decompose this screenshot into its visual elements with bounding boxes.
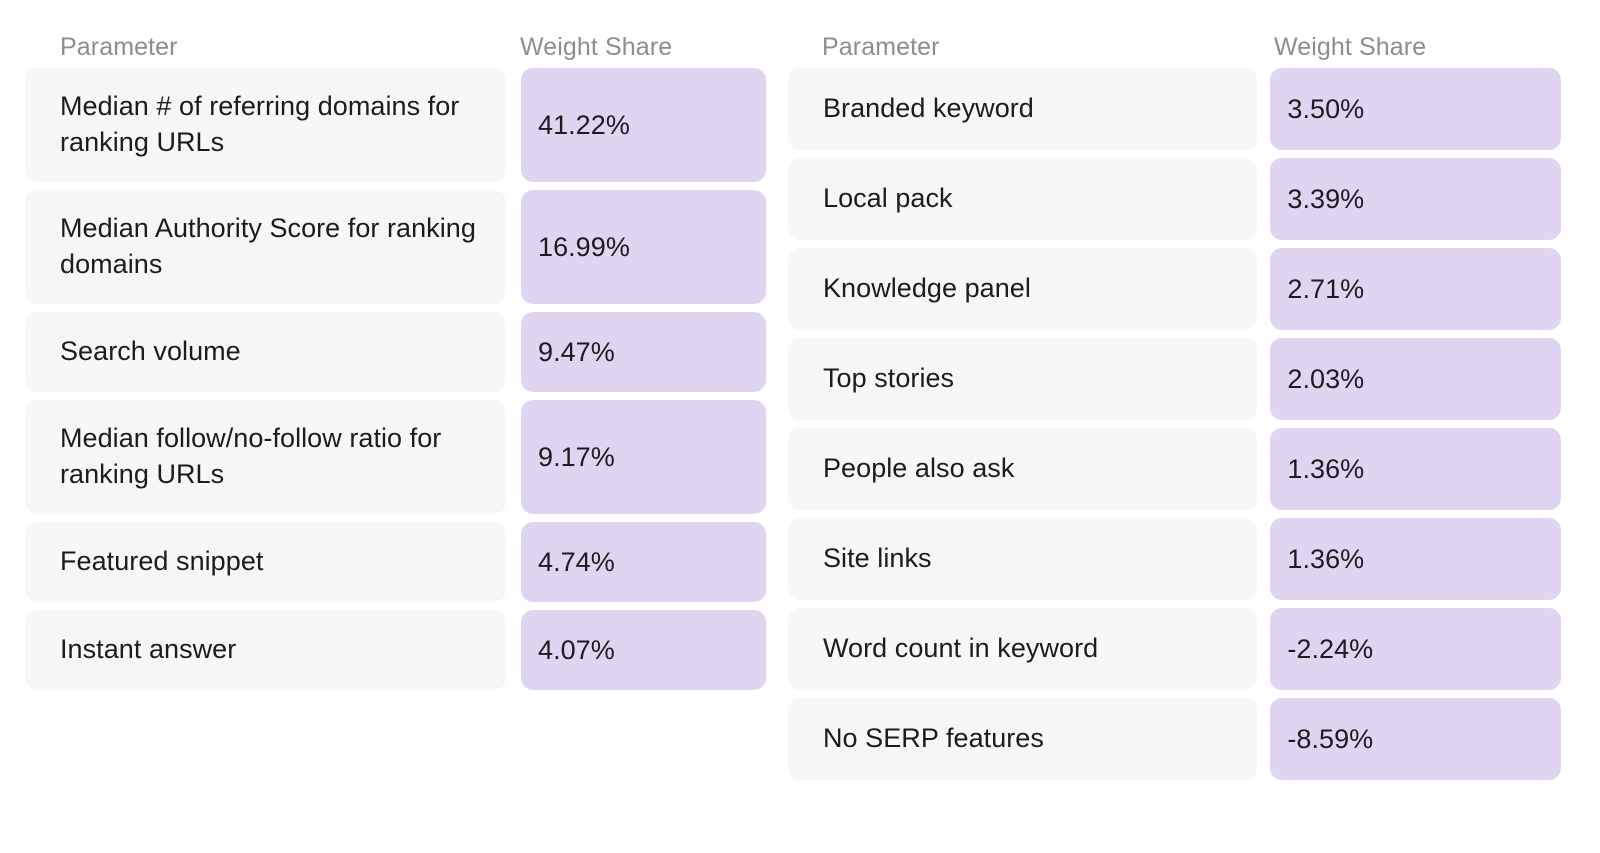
weight-share-cell: 3.39% <box>1270 158 1561 240</box>
parameter-cell: Top stories <box>788 338 1258 420</box>
parameter-cell: No SERP features <box>788 698 1258 780</box>
parameter-cell: Search volume <box>25 312 506 392</box>
parameter-cell: Knowledge panel <box>788 248 1258 330</box>
cell-gap <box>1257 248 1270 330</box>
table-left: Parameter Weight Share Median # of refer… <box>25 0 766 698</box>
cell-gap <box>506 400 521 514</box>
weight-share-cell: 2.03% <box>1270 338 1561 420</box>
parameter-cell: Branded keyword <box>788 68 1258 150</box>
weight-share-cell: -2.24% <box>1270 608 1561 690</box>
table-right-body: Branded keyword 3.50% Local pack 3.39% K… <box>788 68 1561 788</box>
cell-gap <box>506 312 521 392</box>
cell-gap <box>506 68 521 182</box>
column-header-weight-share: Weight Share <box>520 33 673 61</box>
cell-gap <box>1257 518 1270 600</box>
cell-gap <box>1257 428 1270 510</box>
table-row[interactable]: Instant answer 4.07% <box>25 610 766 690</box>
parameter-cell: People also ask <box>788 428 1258 510</box>
table-left-body: Median # of referring domains for rankin… <box>25 68 766 698</box>
parameter-cell: Featured snippet <box>25 522 506 602</box>
table-right: Parameter Weight Share Branded keyword 3… <box>788 0 1561 788</box>
weight-share-cell: 3.50% <box>1270 68 1561 150</box>
cell-gap <box>506 522 521 602</box>
cell-gap <box>1257 68 1270 150</box>
parameter-cell: Site links <box>788 518 1258 600</box>
weight-share-cell: 9.47% <box>521 312 766 392</box>
table-row[interactable]: Site links 1.36% <box>788 518 1561 600</box>
table-right-header-row: Parameter Weight Share <box>788 0 1561 68</box>
weight-share-cell: 2.71% <box>1270 248 1561 330</box>
weight-share-cell: 4.74% <box>521 522 766 602</box>
cell-gap <box>1257 698 1270 780</box>
cell-gap <box>1257 158 1270 240</box>
parameter-cell: Instant answer <box>25 610 506 690</box>
column-header-parameter: Parameter <box>822 33 940 61</box>
table-row[interactable]: Local pack 3.39% <box>788 158 1561 240</box>
parameter-cell: Local pack <box>788 158 1258 240</box>
parameter-cell: Median Authority Score for ranking domai… <box>25 190 506 304</box>
table-row[interactable]: Knowledge panel 2.71% <box>788 248 1561 330</box>
weight-share-cell: 41.22% <box>521 68 766 182</box>
parameter-cell: Median # of referring domains for rankin… <box>25 68 506 182</box>
parameter-cell: Word count in keyword <box>788 608 1258 690</box>
cell-gap <box>1257 338 1270 420</box>
table-row[interactable]: Median Authority Score for ranking domai… <box>25 190 766 304</box>
weight-share-tables: Parameter Weight Share Median # of refer… <box>0 0 1600 853</box>
table-row[interactable]: Top stories 2.03% <box>788 338 1561 420</box>
column-header-parameter: Parameter <box>60 33 178 61</box>
table-left-header-row: Parameter Weight Share <box>25 0 766 68</box>
table-row[interactable]: Featured snippet 4.74% <box>25 522 766 602</box>
cell-gap <box>506 190 521 304</box>
table-row[interactable]: Median # of referring domains for rankin… <box>25 68 766 182</box>
weight-share-cell: 16.99% <box>521 190 766 304</box>
table-row[interactable]: People also ask 1.36% <box>788 428 1561 510</box>
cell-gap <box>1257 608 1270 690</box>
weight-share-cell: 1.36% <box>1270 428 1561 510</box>
column-header-weight-share: Weight Share <box>1274 33 1427 61</box>
weight-share-cell: -8.59% <box>1270 698 1561 780</box>
parameter-cell: Median follow/no-follow ratio for rankin… <box>25 400 506 514</box>
table-row[interactable]: No SERP features -8.59% <box>788 698 1561 780</box>
table-row[interactable]: Search volume 9.47% <box>25 312 766 392</box>
weight-share-cell: 1.36% <box>1270 518 1561 600</box>
table-row[interactable]: Word count in keyword -2.24% <box>788 608 1561 690</box>
weight-share-cell: 4.07% <box>521 610 766 690</box>
table-row[interactable]: Median follow/no-follow ratio for rankin… <box>25 400 766 514</box>
weight-share-cell: 9.17% <box>521 400 766 514</box>
table-row[interactable]: Branded keyword 3.50% <box>788 68 1561 150</box>
cell-gap <box>506 610 521 690</box>
